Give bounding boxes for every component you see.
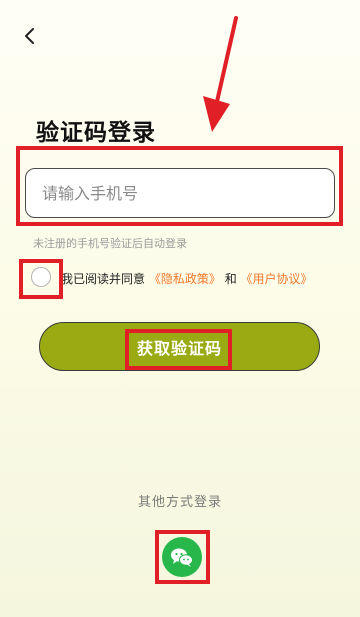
user-agreement-link[interactable]: 《用户协议》	[241, 272, 313, 286]
privacy-policy-link[interactable]: 《隐私政策》	[149, 272, 221, 286]
auto-register-hint: 未注册的手机号验证后自动登录	[33, 237, 187, 250]
other-login-methods-label: 其他方式登录	[137, 495, 222, 510]
page-title: 验证码登录	[36, 120, 156, 146]
agreement-prefix: 我已阅读并同意	[61, 272, 146, 286]
annotation-arrow	[203, 16, 238, 132]
agreement-conjunction: 和	[224, 272, 237, 286]
back-button[interactable]	[18, 24, 42, 48]
highlight-box-wechat	[155, 530, 210, 584]
highlight-box-phone	[16, 146, 343, 226]
chevron-left-icon	[25, 28, 34, 44]
agreement-text: 我已阅读并同意 《隐私政策》 和 《用户协议》	[61, 270, 313, 287]
highlight-box-get-code	[125, 329, 232, 370]
highlight-box-checkbox	[19, 259, 63, 299]
